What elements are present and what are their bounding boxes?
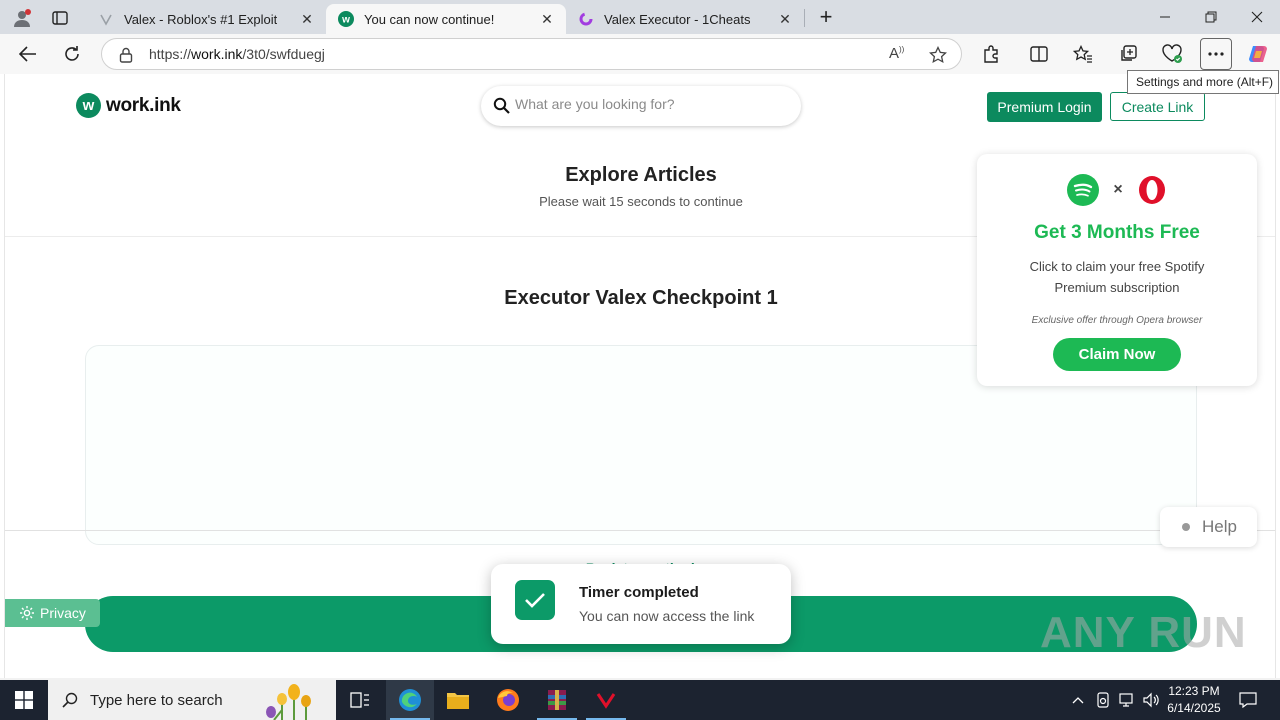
windows-taskbar: Type here to search 12:23 PM 6/14/2025: [0, 680, 1280, 720]
search-icon: [62, 692, 78, 708]
firefox-icon[interactable]: [484, 680, 532, 720]
tab-close-icon[interactable]: ✕: [776, 10, 794, 28]
times-icon: ×: [1113, 181, 1123, 198]
tab-title: Valex - Roblox's #1 Exploit: [124, 11, 278, 27]
tab-valex-roblox[interactable]: Valex - Roblox's #1 Exploit ✕: [86, 4, 326, 34]
lock-icon[interactable]: [119, 47, 133, 63]
logo-text: work.ink: [106, 94, 181, 116]
windows-logo-icon: [15, 691, 33, 709]
taskbar-search-placeholder: Type here to search: [90, 691, 223, 709]
browser-toolbar: https://work.ink/3t0/swfduegj A)): [0, 34, 1280, 74]
split-screen-icon[interactable]: [1023, 38, 1055, 70]
read-aloud-icon[interactable]: A)): [889, 45, 904, 62]
address-bar[interactable]: https://work.ink/3t0/swfduegj A)): [101, 38, 962, 70]
clock-date: 6/14/2025: [1167, 701, 1221, 715]
url-domain: work.ink: [191, 46, 243, 62]
search-icon: [493, 97, 510, 114]
network-icon[interactable]: [1116, 680, 1138, 720]
browser-tab-strip: Valex - Roblox's #1 Exploit ✕ w You can …: [0, 0, 1280, 34]
timer-toast: Timer completed You can now access the l…: [491, 564, 791, 644]
tab-separator: [804, 9, 805, 27]
toast-subtitle: You can now access the link: [579, 608, 755, 624]
settings-tooltip: Settings and more (Alt+F): [1127, 70, 1279, 94]
url-path: /3t0/swfduegj: [242, 46, 325, 62]
work-ink-favicon-icon: w: [338, 11, 354, 27]
anyrun-watermark: ANY RUN: [1040, 608, 1247, 657]
show-hidden-icons-icon[interactable]: [1068, 680, 1088, 720]
task-view-icon[interactable]: [336, 680, 384, 720]
close-window-button[interactable]: [1234, 0, 1280, 34]
claim-now-button[interactable]: Claim Now: [1053, 338, 1181, 371]
favorites-icon[interactable]: [1067, 38, 1099, 70]
ad-logos: ×: [977, 174, 1257, 206]
spotify-opera-ad[interactable]: × Get 3 Months Free Click to claim your …: [977, 154, 1257, 386]
opera-icon: [1138, 176, 1165, 204]
copilot-icon[interactable]: [1242, 38, 1274, 70]
taskbar-search-box[interactable]: Type here to search: [48, 680, 336, 720]
profile-icon[interactable]: [8, 6, 36, 30]
check-icon: [515, 580, 555, 620]
browser-essentials-icon[interactable]: [1156, 38, 1188, 70]
ad-title: Get 3 Months Free: [1034, 222, 1200, 243]
taskbar-clock[interactable]: 12:23 PM 6/14/2025: [1160, 683, 1228, 717]
extensions-icon[interactable]: [975, 38, 1007, 70]
collections-icon[interactable]: [1112, 38, 1144, 70]
toast-title: Timer completed: [579, 584, 699, 601]
edge-taskbar-icon[interactable]: [386, 680, 434, 720]
privacy-button[interactable]: Privacy: [5, 599, 100, 627]
create-link-button[interactable]: Create Link: [1110, 92, 1205, 121]
clock-time: 12:23 PM: [1168, 684, 1220, 698]
volume-icon[interactable]: [1140, 680, 1162, 720]
work-ink-logo[interactable]: w work.ink: [76, 93, 181, 118]
tulips-decoration-icon: [266, 684, 311, 720]
tab-work-ink[interactable]: w You can now continue! ✕: [326, 4, 566, 34]
start-button[interactable]: [0, 680, 48, 720]
file-explorer-icon[interactable]: [434, 680, 482, 720]
new-tab-button[interactable]: +: [812, 4, 840, 30]
ad-note: Exclusive offer through Opera browser: [1031, 315, 1203, 326]
premium-login-button[interactable]: Premium Login: [987, 92, 1102, 122]
help-dot-icon: [1182, 523, 1190, 531]
notifications-icon[interactable]: [1234, 680, 1262, 720]
url-text[interactable]: https://work.ink/3t0/swfduegj: [149, 46, 325, 62]
minimize-button[interactable]: [1142, 0, 1188, 34]
help-button[interactable]: Help: [1160, 507, 1257, 547]
page-viewport: w work.ink Premium Login Create Link Exp…: [4, 74, 1276, 678]
site-search-box[interactable]: [481, 86, 801, 126]
restore-button[interactable]: [1188, 0, 1234, 34]
back-button[interactable]: [12, 38, 44, 70]
privacy-label: Privacy: [40, 605, 86, 621]
winrar-icon[interactable]: [533, 680, 581, 720]
tab-actions-icon[interactable]: [46, 6, 74, 30]
svg-text:w: w: [341, 15, 350, 26]
tab-valex-1cheats[interactable]: Valex Executor - 1Cheats ✕: [566, 4, 804, 34]
url-prefix: https://: [149, 46, 192, 62]
settings-and-more-button[interactable]: [1200, 38, 1232, 70]
tab-title: You can now continue!: [364, 11, 495, 27]
logo-mark: w: [76, 93, 101, 118]
content-divider: [5, 530, 1275, 531]
gear-icon: [20, 606, 34, 620]
valex-favicon-icon: [100, 14, 112, 26]
help-label: Help: [1202, 517, 1237, 536]
tab-close-icon[interactable]: ✕: [538, 10, 556, 28]
1cheats-favicon-icon: [579, 12, 593, 26]
spotify-icon: [1067, 174, 1100, 206]
favorite-star-icon[interactable]: [929, 46, 947, 64]
tab-title: Valex Executor - 1Cheats: [604, 11, 751, 27]
device-icon[interactable]: [1093, 680, 1113, 720]
ad-description: Click to claim your free Spotify Premium…: [1029, 259, 1205, 295]
refresh-button[interactable]: [56, 38, 88, 70]
valex-taskbar-icon[interactable]: [582, 680, 630, 720]
tab-close-icon[interactable]: ✕: [298, 10, 316, 28]
search-input[interactable]: [515, 96, 785, 112]
